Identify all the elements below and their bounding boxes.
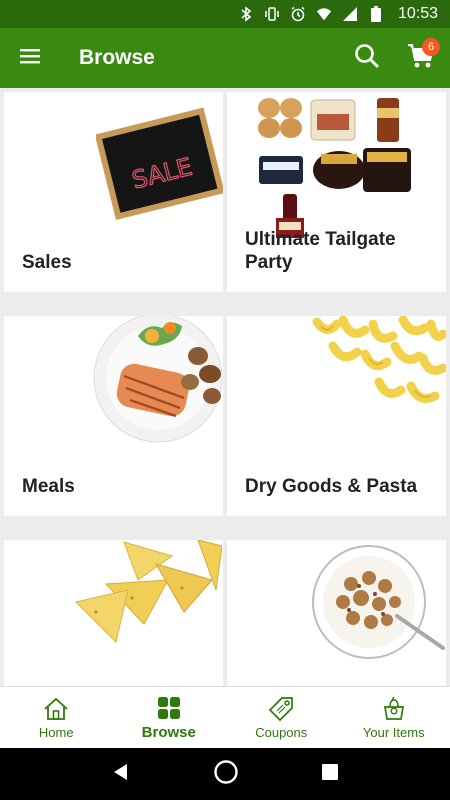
menu-button[interactable]	[0, 28, 60, 88]
nav-label: Your Items	[362, 725, 425, 740]
vibrate-icon	[264, 6, 280, 22]
category-tile-cereal[interactable]	[227, 540, 446, 686]
back-icon[interactable]	[111, 762, 131, 787]
nav-coupons[interactable]: Coupons	[225, 687, 338, 748]
basket-icon	[381, 695, 407, 723]
cart-button[interactable]: 6	[392, 28, 450, 88]
coupon-icon	[268, 695, 294, 723]
tile-label: Meals	[22, 476, 75, 497]
tortilla-chips-image	[75, 540, 222, 643]
cart-count-badge: 6	[422, 38, 440, 56]
sale-chalkboard-image: SALE	[96, 107, 223, 221]
alarm-icon	[290, 6, 306, 22]
search-button[interactable]	[342, 28, 392, 88]
tile-label: Ultimate Tailgate Party	[245, 229, 396, 273]
bottom-nav: Home Browse Coupons Your Items	[0, 686, 450, 748]
page-title: Browse	[79, 46, 155, 69]
tailgate-products-image	[258, 98, 411, 238]
category-tile-chips[interactable]	[4, 540, 223, 686]
nav-label: Home	[38, 725, 74, 740]
hamburger-icon	[20, 48, 40, 69]
recents-icon[interactable]	[321, 763, 339, 786]
nav-home[interactable]: Home	[0, 687, 113, 748]
category-grid: SALE Sales Ultimate Tailgate Party Meals…	[0, 88, 450, 686]
nav-label: Browse	[141, 724, 196, 741]
salmon-plate-image	[93, 316, 223, 443]
nav-your-items[interactable]: Your Items	[338, 687, 450, 748]
cereal-bowl-image	[312, 545, 445, 659]
tile-label: Dry Goods & Pasta	[245, 476, 418, 497]
macaroni-image	[312, 316, 446, 403]
wifi-icon	[316, 6, 332, 22]
home-icon	[43, 695, 69, 723]
category-tile-sales[interactable]: SALE Sales	[4, 92, 223, 292]
category-tile-dry-goods[interactable]: Dry Goods & Pasta	[227, 316, 446, 516]
nav-label: Coupons	[255, 725, 308, 740]
status-bar: 10:53	[0, 0, 450, 28]
signal-icon	[342, 6, 358, 22]
tile-label: Sales	[22, 252, 72, 273]
status-time: 10:53	[397, 5, 438, 22]
app-bar: Browse 6	[0, 28, 450, 88]
grid-icon	[157, 694, 181, 722]
battery-icon	[368, 6, 384, 22]
system-nav-bar	[0, 748, 450, 800]
category-tile-tailgate[interactable]: Ultimate Tailgate Party	[227, 92, 446, 292]
category-tile-meals[interactable]: Meals	[4, 316, 223, 516]
home-circle-icon[interactable]	[213, 759, 239, 790]
search-icon	[354, 43, 380, 74]
nav-browse[interactable]: Browse	[113, 687, 226, 748]
bluetooth-icon	[238, 6, 254, 22]
